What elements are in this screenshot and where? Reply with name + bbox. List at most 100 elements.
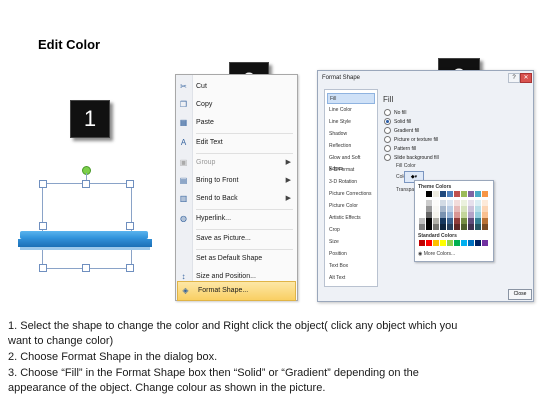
color-swatch[interactable] xyxy=(426,191,432,197)
menu-item-label: Cut xyxy=(196,83,207,90)
size-icon: ↕ xyxy=(181,272,186,281)
radio-icon xyxy=(384,145,391,152)
resize-handle-w[interactable] xyxy=(39,222,47,230)
menu-item-label: Send to Back xyxy=(196,195,238,202)
color-swatch[interactable] xyxy=(482,224,488,230)
menu-item-copy[interactable]: ❐ Copy xyxy=(176,96,297,114)
color-swatch[interactable] xyxy=(475,240,481,246)
color-swatch[interactable] xyxy=(468,240,474,246)
sidebar-item-size[interactable]: Size xyxy=(327,237,375,248)
sidebar-item-3d-format[interactable]: 3-D Format xyxy=(327,165,375,176)
radio-label: Slide background fill xyxy=(394,154,439,161)
sidebar-item-artistic-effects[interactable]: Artistic Effects xyxy=(327,213,375,224)
color-swatch[interactable] xyxy=(454,191,460,197)
color-swatch[interactable] xyxy=(454,240,460,246)
resize-handle-e[interactable] xyxy=(126,222,134,230)
sidebar-item-crop[interactable]: Crop xyxy=(327,225,375,236)
menu-item-label: Copy xyxy=(196,101,213,108)
color-swatch[interactable] xyxy=(461,191,467,197)
shape-slab-base[interactable] xyxy=(18,239,152,247)
submenu-arrow-icon: ▶ xyxy=(285,177,291,184)
step-badge-1: 1 xyxy=(70,100,110,138)
sidebar-item-alt-text[interactable]: Alt Text xyxy=(327,273,375,284)
color-swatch[interactable] xyxy=(468,224,474,230)
color-swatch[interactable] xyxy=(440,240,446,246)
transparency-label: Transpa xyxy=(396,187,415,193)
color-swatch[interactable] xyxy=(475,224,481,230)
color-swatch[interactable] xyxy=(447,191,453,197)
menu-item-paste[interactable]: ▦ Paste xyxy=(176,114,297,132)
dialog-sidebar: Fill Line Color Line Style Shadow Reflec… xyxy=(324,89,378,287)
sidebar-item-glow[interactable]: Glow and Soft Edges xyxy=(327,153,375,172)
color-swatch[interactable] xyxy=(475,191,481,197)
resize-handle-nw[interactable] xyxy=(39,180,47,188)
color-swatch[interactable] xyxy=(433,224,439,230)
sidebar-item-line-style[interactable]: Line Style xyxy=(327,117,375,128)
color-swatch[interactable] xyxy=(461,240,467,246)
resize-handle-n[interactable] xyxy=(82,180,90,188)
bring-front-icon: ▤ xyxy=(179,176,188,185)
menu-item-format-shape[interactable]: ◈ Format Shape... xyxy=(177,281,296,301)
color-swatch[interactable] xyxy=(433,240,439,246)
sidebar-item-reflection[interactable]: Reflection xyxy=(327,141,375,152)
radio-no-fill[interactable]: No fill xyxy=(384,109,407,116)
sidebar-item-picture-color[interactable]: Picture Color xyxy=(327,201,375,212)
sidebar-item-picture-corrections[interactable]: Picture Corrections xyxy=(327,189,375,200)
color-swatch[interactable] xyxy=(433,191,439,197)
theme-colors-label: Theme Colors xyxy=(418,184,452,190)
resize-handle-ne[interactable] xyxy=(126,180,134,188)
menu-item-save-as-picture[interactable]: Save as Picture... xyxy=(176,230,297,248)
sidebar-item-position[interactable]: Position xyxy=(327,249,375,260)
color-swatch[interactable] xyxy=(482,191,488,197)
resize-handle-sw[interactable] xyxy=(39,264,47,272)
sidebar-item-shadow[interactable]: Shadow xyxy=(327,129,375,140)
menu-item-edit-text[interactable]: A Edit Text xyxy=(176,134,297,152)
menu-item-group[interactable]: ▣ Group ▶ xyxy=(176,154,297,172)
more-colors-option[interactable]: ◉ More Colors... xyxy=(418,251,455,257)
radio-solid-fill[interactable]: Solid fill xyxy=(384,118,411,125)
menu-item-hyperlink[interactable]: ◍ Hyperlink... xyxy=(176,210,297,228)
menu-item-label: Hyperlink... xyxy=(196,215,232,222)
color-swatch[interactable] xyxy=(447,224,453,230)
resize-handle-s[interactable] xyxy=(82,264,90,272)
sidebar-item-fill[interactable]: Fill xyxy=(327,93,375,104)
close-button[interactable]: Close xyxy=(508,289,532,300)
menu-item-bring-to-front[interactable]: ▤ Bring to Front ▶ xyxy=(176,172,297,190)
menu-item-set-default-shape[interactable]: Set as Default Shape xyxy=(176,250,297,268)
more-colors-label: More Colors... xyxy=(423,251,456,257)
selection-box[interactable] xyxy=(42,183,132,269)
color-swatch[interactable] xyxy=(447,240,453,246)
fill-heading: Fill xyxy=(383,95,394,104)
color-swatch[interactable] xyxy=(440,191,446,197)
context-menu: ✂ Cut ❐ Copy ▦ Paste A Edit Text ▣ Group… xyxy=(175,74,298,301)
radio-slide-background-fill[interactable]: Slide background fill xyxy=(384,154,439,161)
menu-item-cut[interactable]: ✂ Cut xyxy=(176,78,297,96)
radio-gradient-fill[interactable]: Gradient fill xyxy=(384,127,419,134)
color-swatch[interactable] xyxy=(419,191,425,197)
help-button[interactable]: ? xyxy=(508,73,520,83)
color-swatch[interactable] xyxy=(454,224,460,230)
sidebar-item-text-box[interactable]: Text Box xyxy=(327,261,375,272)
menu-item-send-to-back[interactable]: ▥ Send to Back ▶ xyxy=(176,190,297,208)
radio-picture-fill[interactable]: Picture or texture fill xyxy=(384,136,438,143)
color-swatch[interactable] xyxy=(440,224,446,230)
scissors-icon: ✂ xyxy=(180,82,187,91)
resize-handle-se[interactable] xyxy=(126,264,134,272)
menu-item-label: Size and Position... xyxy=(196,273,256,280)
color-swatch[interactable] xyxy=(419,224,425,230)
page-title: Edit Color xyxy=(38,37,101,52)
sidebar-item-line-color[interactable]: Line Color xyxy=(327,105,375,116)
close-icon[interactable]: ✕ xyxy=(520,73,532,83)
color-swatch[interactable] xyxy=(426,224,432,230)
radio-label: Picture or texture fill xyxy=(394,136,439,143)
menu-item-label: Group xyxy=(196,159,216,166)
radio-pattern-fill[interactable]: Pattern fill xyxy=(384,145,416,152)
color-swatch[interactable] xyxy=(482,240,488,246)
color-swatch[interactable] xyxy=(461,224,467,230)
color-swatch[interactable] xyxy=(468,191,474,197)
sidebar-item-3d-rotation[interactable]: 3-D Rotation xyxy=(327,177,375,188)
shape-slab-top[interactable] xyxy=(20,231,148,239)
color-swatch[interactable] xyxy=(419,240,425,246)
edit-text-icon: A xyxy=(180,138,187,147)
color-swatch[interactable] xyxy=(426,240,432,246)
